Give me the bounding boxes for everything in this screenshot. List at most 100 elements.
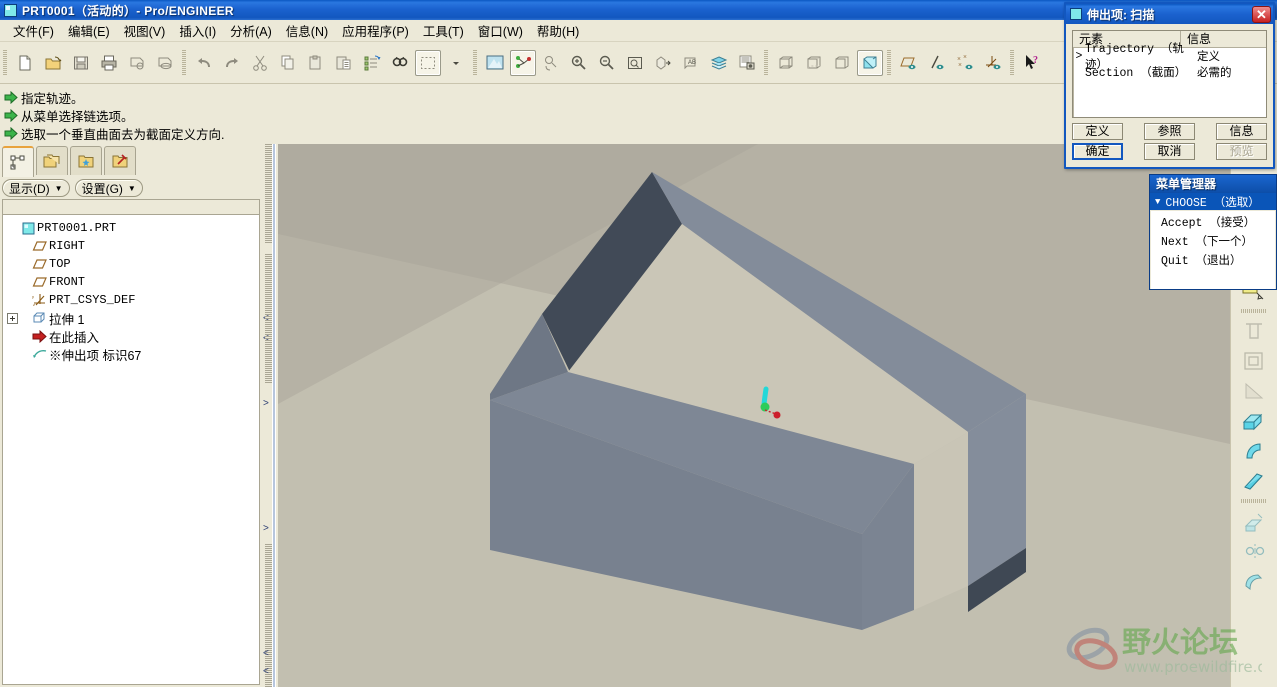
- cancel-button[interactable]: 取消: [1144, 143, 1195, 160]
- menu-tools[interactable]: 工具(T): [416, 19, 471, 42]
- splitter-arrow[interactable]: <: [263, 667, 273, 677]
- refit-icon[interactable]: [622, 50, 648, 76]
- toolbar-grip-2[interactable]: [182, 49, 186, 76]
- ok-button[interactable]: 确定: [1072, 143, 1123, 160]
- saved-view-icon[interactable]: [650, 50, 676, 76]
- datum-point-icon[interactable]: × × ×: [952, 50, 978, 76]
- toolbar-grip-5[interactable]: [887, 49, 891, 76]
- undo-icon[interactable]: [191, 50, 217, 76]
- tree-item-right[interactable]: RIGHT: [3, 237, 259, 255]
- tree-item-sweep[interactable]: ※伸出项 标识67: [3, 345, 259, 363]
- menu-item-next[interactable]: Next （下一个）: [1151, 233, 1275, 252]
- zoom-out-icon[interactable]: [594, 50, 620, 76]
- tab-folder-browser[interactable]: [36, 146, 68, 175]
- menu-edit[interactable]: 编辑(E): [61, 19, 117, 42]
- tree-expander-plus[interactable]: [7, 312, 18, 324]
- spin-center-icon[interactable]: [510, 49, 536, 76]
- info-button[interactable]: 信息: [1216, 123, 1267, 140]
- shading-icon[interactable]: [857, 49, 883, 76]
- no-hidden-icon[interactable]: [829, 50, 855, 76]
- reorient-icon[interactable]: [538, 50, 564, 76]
- select-box-icon[interactable]: [415, 49, 441, 76]
- datum-axis-icon[interactable]: [924, 50, 950, 76]
- model-tree[interactable]: PRT0001.PRT RIGHT TOP FRONT y z PRT_CSYS…: [2, 215, 260, 685]
- list-item[interactable]: > Trajectory （轨迹） 定义: [1073, 43, 1266, 72]
- shell-icon[interactable]: [1238, 346, 1270, 376]
- toolbar-grip[interactable]: [1241, 309, 1267, 313]
- tab-connections[interactable]: [104, 146, 136, 175]
- new-file-icon[interactable]: [12, 50, 38, 76]
- regenerate-icon[interactable]: [359, 50, 385, 76]
- tree-item-part[interactable]: PRT0001.PRT: [3, 219, 259, 237]
- zoom-in-icon[interactable]: [566, 50, 592, 76]
- graphics-viewport[interactable]: [278, 144, 1230, 687]
- send-mail-icon[interactable]: [152, 50, 178, 76]
- print-preview-icon[interactable]: [124, 50, 150, 76]
- datum-csys-icon[interactable]: [980, 50, 1006, 76]
- wireframe-icon[interactable]: [773, 50, 799, 76]
- menu-analysis[interactable]: 分析(A): [223, 19, 279, 42]
- toolbar-grip-6[interactable]: [1010, 49, 1014, 76]
- open-folder-icon[interactable]: [40, 50, 66, 76]
- menu-manager[interactable]: 菜单管理器 ▼ CHOOSE （选取） Accept （接受） Next （下一…: [1149, 174, 1277, 290]
- find-icon[interactable]: [387, 50, 413, 76]
- menu-manager-submenu-header[interactable]: ▼ CHOOSE （选取）: [1150, 193, 1276, 210]
- redo-icon[interactable]: [219, 50, 245, 76]
- splitter-arrow[interactable]: >: [263, 524, 273, 534]
- sweep-protrusion-dialog[interactable]: 伸出项: 扫描 ✕ 元素 信息 > Trajectory （轨迹） 定义 Sec…: [1064, 2, 1275, 169]
- list-item[interactable]: Section （截面） 必需的: [1073, 64, 1266, 80]
- menu-info[interactable]: 信息(N): [279, 19, 335, 42]
- menu-insert[interactable]: 插入(I): [172, 19, 223, 42]
- tree-item-extrude[interactable]: 拉伸 1: [3, 309, 259, 327]
- hidden-line-icon[interactable]: [801, 50, 827, 76]
- menu-view[interactable]: 视图(V): [117, 19, 173, 42]
- toolbar-grip-4[interactable]: [764, 49, 768, 76]
- toolbar-grip-3[interactable]: [473, 49, 477, 76]
- menu-item-quit[interactable]: Quit （退出）: [1151, 252, 1275, 271]
- chevron-down-icon[interactable]: [443, 50, 469, 76]
- refs-button[interactable]: 参照: [1144, 123, 1195, 140]
- toolbar-grip[interactable]: [1241, 499, 1267, 503]
- tree-item-front[interactable]: FRONT: [3, 273, 259, 291]
- menu-applications[interactable]: 应用程序(P): [335, 19, 416, 42]
- define-button[interactable]: 定义: [1072, 123, 1123, 140]
- menu-file[interactable]: 文件(F): [6, 19, 61, 42]
- paste-special-icon[interactable]: [331, 50, 357, 76]
- close-icon[interactable]: ✕: [1252, 5, 1271, 23]
- rib-icon[interactable]: [1238, 316, 1270, 346]
- menu-item-accept[interactable]: Accept （接受）: [1151, 214, 1275, 233]
- save-icon[interactable]: [68, 50, 94, 76]
- tree-item-insert-here[interactable]: 在此插入: [3, 327, 259, 345]
- repaint-icon[interactable]: [482, 50, 508, 76]
- context-help-icon[interactable]: ?: [1019, 50, 1045, 76]
- menu-help[interactable]: 帮助(H): [530, 19, 586, 42]
- tree-item-top[interactable]: TOP: [3, 255, 259, 273]
- cut-icon[interactable]: [247, 50, 273, 76]
- tree-expander[interactable]: [7, 223, 18, 234]
- render-icon[interactable]: [734, 50, 760, 76]
- sweep-icon[interactable]: [1238, 466, 1270, 496]
- tab-model-tree[interactable]: [2, 146, 34, 177]
- hole-icon[interactable]: [1238, 536, 1270, 566]
- paste-icon[interactable]: [303, 50, 329, 76]
- elements-list[interactable]: 元素 信息 > Trajectory （轨迹） 定义 Section （截面） …: [1072, 30, 1267, 118]
- tree-item-csys[interactable]: yz PRT_CSYS_DEF: [3, 291, 259, 309]
- settings-menu-button[interactable]: 设置(G) ▼: [74, 179, 143, 197]
- show-menu-button[interactable]: 显示(D) ▼: [2, 179, 70, 197]
- splitter-grip-mid[interactable]: [265, 254, 272, 384]
- draft-icon[interactable]: [1238, 376, 1270, 406]
- splitter-arrow[interactable]: <: [263, 649, 273, 659]
- splitter-grip-top[interactable]: [265, 144, 272, 244]
- splitter-arrow[interactable]: >: [263, 399, 273, 409]
- menu-window[interactable]: 窗口(W): [471, 19, 530, 42]
- toolbar-grip[interactable]: [3, 49, 7, 76]
- extrude-icon[interactable]: [1238, 406, 1270, 436]
- round-icon[interactable]: [1238, 566, 1270, 596]
- revolve-icon[interactable]: [1238, 436, 1270, 466]
- annotation-display-icon[interactable]: AB: [678, 50, 704, 76]
- copy-icon[interactable]: [275, 50, 301, 76]
- blend-icon[interactable]: [1238, 506, 1270, 536]
- tab-favorites[interactable]: [70, 146, 102, 175]
- print-icon[interactable]: [96, 50, 122, 76]
- panel-splitter[interactable]: < < > > < <: [262, 144, 278, 687]
